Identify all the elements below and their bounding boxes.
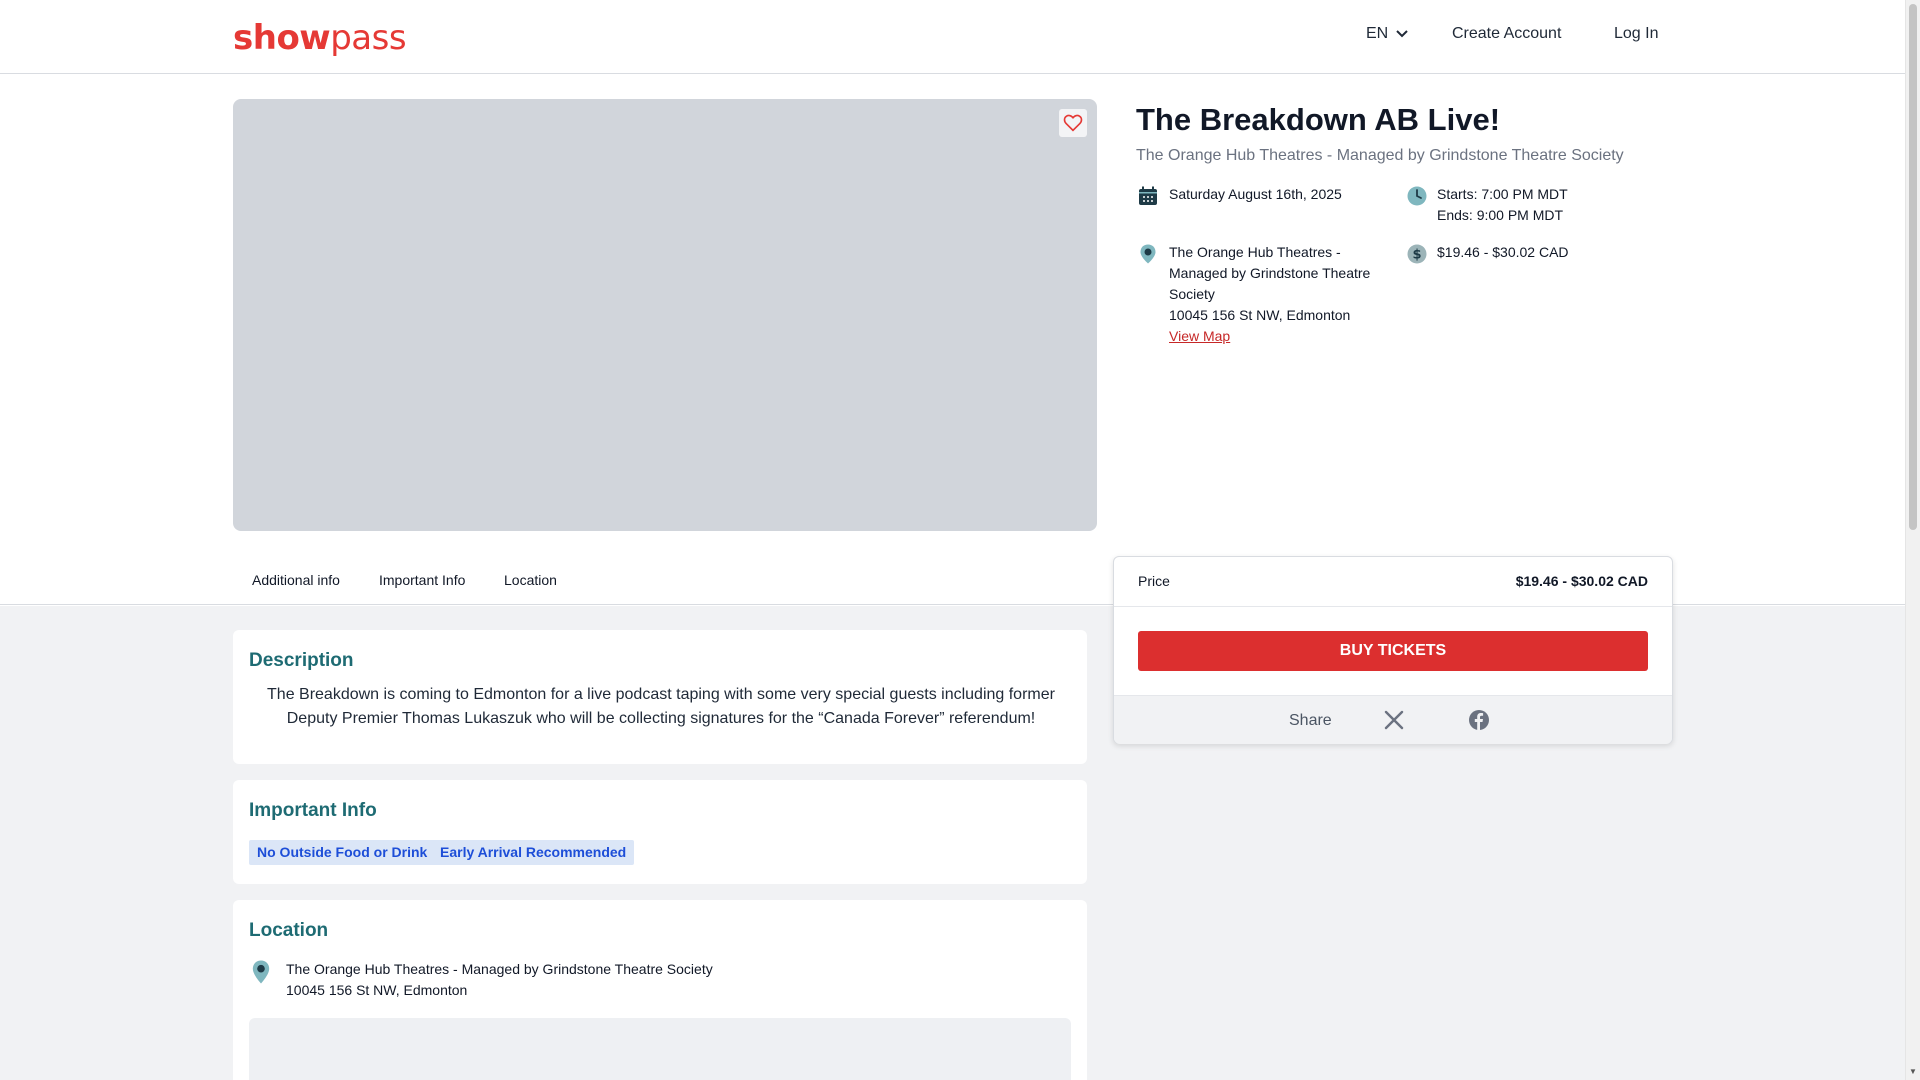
info-tag: Early Arrival Recommended xyxy=(432,840,635,865)
venue-line-2: Managed by Grindstone Theatre xyxy=(1169,265,1371,281)
event-title: The Breakdown AB Live! xyxy=(1136,102,1501,137)
location-card: Location The Orange Hub Theatres - Manag… xyxy=(233,900,1087,1080)
venue-line-1: The Orange Hub Theatres - xyxy=(1169,244,1341,260)
venue-address: 10045 156 St NW, Edmonton xyxy=(1169,307,1351,323)
important-info-heading: Important Info xyxy=(249,800,377,821)
tab-additional-info[interactable]: Additional info xyxy=(252,572,340,588)
top-header: showpass EN Create Account Log In xyxy=(0,0,1905,74)
description-card: Description The Breakdown is coming to E… xyxy=(233,630,1087,764)
tab-important-info[interactable]: Important Info xyxy=(379,572,465,588)
buy-tickets-button[interactable]: BUY TICKETS xyxy=(1138,631,1648,671)
important-info-card: Important Info No Outside Food or Drink … xyxy=(233,780,1087,884)
heart-icon xyxy=(1063,114,1083,132)
create-account-link[interactable]: Create Account xyxy=(1452,25,1561,43)
location-address: 10045 156 St NW, Edmonton xyxy=(286,982,468,998)
tab-location[interactable]: Location xyxy=(504,572,557,588)
event-date: Saturday August 16th, 2025 xyxy=(1169,186,1342,202)
location-details: The Orange Hub Theatres - Managed by Gri… xyxy=(286,959,713,1001)
price-row: Price $19.46 - $30.02 CAD xyxy=(1114,557,1672,607)
x-twitter-icon[interactable] xyxy=(1384,710,1404,730)
event-venue-subtitle: The Orange Hub Theatres - Managed by Gri… xyxy=(1136,147,1624,164)
event-start-time: Starts: 7:00 PM MDT xyxy=(1437,186,1568,202)
facebook-icon[interactable] xyxy=(1469,710,1489,730)
chevron-down-icon xyxy=(1396,30,1408,38)
log-in-link[interactable]: Log In xyxy=(1614,25,1658,43)
event-time: Starts: 7:00 PM MDT Ends: 9:00 PM MDT xyxy=(1437,184,1568,226)
language-selector[interactable]: EN xyxy=(1366,25,1408,43)
share-row: Share xyxy=(1114,695,1672,744)
ticket-panel: Price $19.46 - $30.02 CAD BUY TICKETS Sh… xyxy=(1113,556,1673,744)
language-label: EN xyxy=(1366,25,1389,42)
event-image xyxy=(233,99,1097,531)
logo-text-pass: pass xyxy=(330,18,407,58)
view-map-link[interactable]: View Map xyxy=(1169,326,1370,347)
clock-icon xyxy=(1407,186,1427,206)
description-text: The Breakdown is coming to Edmonton for … xyxy=(267,686,1055,727)
svg-text:$: $ xyxy=(1412,248,1421,263)
scroll-down-arrow-icon[interactable]: ▼ xyxy=(1909,1067,1917,1076)
price-label: Price xyxy=(1138,573,1170,589)
location-map[interactable] xyxy=(249,1018,1071,1080)
calendar-icon xyxy=(1139,186,1157,205)
share-label: Share xyxy=(1289,712,1332,729)
favorite-button[interactable] xyxy=(1059,109,1087,137)
location-heading: Location xyxy=(249,920,329,941)
event-end-time: Ends: 9:00 PM MDT xyxy=(1437,207,1564,223)
dollar-icon: $ xyxy=(1407,244,1427,264)
info-tag: No Outside Food or Drink xyxy=(249,840,436,865)
event-venue: The Orange Hub Theatres - Managed by Gri… xyxy=(1169,242,1370,347)
logo-text-show: show xyxy=(233,18,331,58)
map-pin-icon xyxy=(252,960,270,984)
venue-line-3: Society xyxy=(1169,286,1215,302)
page-scrollbar[interactable]: ▼ xyxy=(1905,0,1920,1080)
scrollbar-thumb[interactable] xyxy=(1909,4,1917,530)
price-value: $19.46 - $30.02 CAD xyxy=(1515,573,1648,589)
event-price-range: $19.46 - $30.02 CAD xyxy=(1437,244,1569,260)
description-heading: Description xyxy=(249,650,354,671)
map-pin-icon xyxy=(1140,244,1156,264)
location-venue: The Orange Hub Theatres - Managed by Gri… xyxy=(286,961,713,977)
showpass-logo[interactable]: showpass xyxy=(233,18,407,58)
